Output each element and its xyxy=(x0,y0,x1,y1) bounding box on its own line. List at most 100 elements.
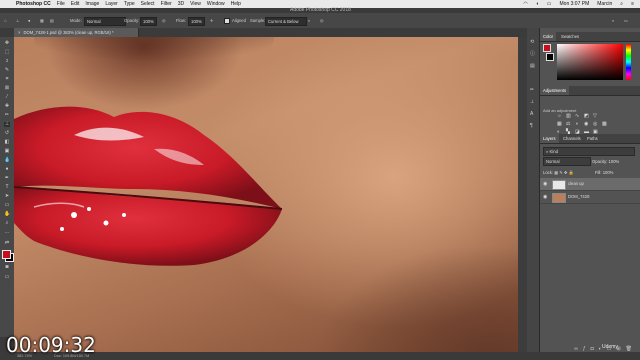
layer-row[interactable]: ◉ clean up xyxy=(540,178,640,191)
lock-paint-icon[interactable]: ✎ xyxy=(559,170,563,175)
trash-icon[interactable]: 🗑 xyxy=(626,346,632,352)
layer-filter-select[interactable]: ⌕ Kind xyxy=(543,147,635,156)
hue-slider[interactable] xyxy=(626,44,631,80)
fx-icon[interactable]: ƒ xyxy=(583,346,586,352)
character-icon[interactable]: A xyxy=(530,112,536,117)
info-icon[interactable]: ⓘ xyxy=(530,52,536,57)
brightness-icon[interactable]: ☼ xyxy=(557,114,562,119)
link-layers-icon[interactable]: ∞ xyxy=(574,346,578,352)
menu-edit[interactable]: Edit xyxy=(71,0,80,8)
close-icon[interactable]: × xyxy=(18,30,20,35)
screen-mode-icon[interactable]: ▭ xyxy=(4,275,10,280)
home-icon[interactable]: ⌂ xyxy=(4,17,7,24)
swap-colors-icon[interactable]: ⇄ xyxy=(4,241,10,246)
opacity-field[interactable]: 100% xyxy=(140,17,157,26)
canvas-scrollbar[interactable] xyxy=(518,37,527,352)
battery-icon[interactable]: ▭ xyxy=(547,0,552,8)
menu-layer[interactable]: Layer xyxy=(105,0,118,8)
menu-filter[interactable]: Filter xyxy=(161,0,172,8)
panel-foreground-swatch[interactable] xyxy=(543,44,551,52)
user-name[interactable]: Marcin xyxy=(597,0,612,8)
foreground-color-swatch[interactable] xyxy=(2,250,11,259)
layer-row[interactable]: ◉ DOM_7428 xyxy=(540,191,640,204)
fill-value[interactable]: 100% xyxy=(603,170,614,175)
tab-paths[interactable]: Paths xyxy=(584,134,601,143)
tab-swatches[interactable]: Swatches xyxy=(558,32,582,41)
pressure-size-icon[interactable]: ◎ xyxy=(320,17,324,24)
tab-adjustments[interactable]: Adjustments xyxy=(540,86,570,95)
aligned-checkbox[interactable]: Aligned xyxy=(224,17,246,24)
hand-tool-icon[interactable]: ✋ xyxy=(4,212,10,217)
volume-icon[interactable]: ◖ xyxy=(536,0,539,8)
healing-brush-tool-icon[interactable]: ✚ xyxy=(4,104,10,109)
lock-all-icon[interactable]: 🔒 xyxy=(569,170,574,175)
document-tab[interactable]: × DOM_7428-1.psd @ 383% (clean up, RGB/16… xyxy=(14,28,139,37)
eyedropper-tool-icon[interactable]: ⁄ xyxy=(4,95,10,100)
mode-select[interactable]: Normal xyxy=(84,17,126,26)
pen-tool-icon[interactable]: ✒ xyxy=(4,176,10,181)
clone-source-icon[interactable]: ▤ xyxy=(50,17,54,24)
tab-channels[interactable]: Channels xyxy=(560,134,584,143)
menu-file[interactable]: File xyxy=(57,0,65,8)
menu-image[interactable]: Image xyxy=(85,0,99,8)
menu-app[interactable]: Photoshop CC xyxy=(16,0,51,8)
marquee-tool-icon[interactable]: ⬚ xyxy=(4,50,10,55)
eraser-tool-icon[interactable]: ◧ xyxy=(4,140,10,145)
blend-mode-select[interactable]: Normal xyxy=(543,157,591,166)
eye-icon[interactable]: ◉ xyxy=(543,178,547,190)
blur-tool-icon[interactable]: 💧 xyxy=(4,158,10,163)
clone-source-icon[interactable]: ⊥ xyxy=(530,100,536,105)
wifi-icon[interactable]: ◠ xyxy=(523,0,527,8)
brush-settings-icon[interactable]: ✏ xyxy=(530,88,536,93)
color-balance-icon[interactable]: ⚖ xyxy=(566,122,571,127)
path-select-tool-icon[interactable]: ➤ xyxy=(4,194,10,199)
tab-layers[interactable]: Layers xyxy=(540,134,559,143)
black-white-icon[interactable]: ◑ xyxy=(575,122,580,127)
color-spectrum[interactable] xyxy=(557,44,623,80)
channel-mixer-icon[interactable]: ◎ xyxy=(593,122,598,127)
sample-select[interactable]: Current & Below xyxy=(265,17,307,26)
eye-icon[interactable]: ◉ xyxy=(543,191,547,203)
brush-tool-icon[interactable]: ✏ xyxy=(4,113,10,118)
gradient-tool-icon[interactable]: ▣ xyxy=(4,149,10,154)
layer-fill[interactable]: Fill: 100% xyxy=(595,168,613,177)
menu-list-icon[interactable]: ≡ xyxy=(631,0,634,8)
frame-tool-icon[interactable]: ⊠ xyxy=(4,86,10,91)
workspace-icon[interactable]: ▭ xyxy=(624,17,628,24)
levels-icon[interactable]: ▥ xyxy=(566,114,571,119)
history-icon[interactable]: ⟲ xyxy=(530,40,536,45)
properties-icon[interactable]: ▤ xyxy=(530,64,536,69)
exposure-icon[interactable]: ◩ xyxy=(584,114,589,119)
flow-field[interactable]: 100% xyxy=(188,17,205,26)
crop-tool-icon[interactable]: ⌗ xyxy=(4,77,10,82)
shape-tool-icon[interactable]: ▭ xyxy=(4,203,10,208)
tab-color[interactable]: Color xyxy=(540,32,557,41)
ignore-adjustment-icon[interactable]: ◐ xyxy=(308,17,311,24)
history-brush-tool-icon[interactable]: ↺ xyxy=(4,131,10,136)
menu-3d[interactable]: 3D xyxy=(178,0,184,8)
type-tool-icon[interactable]: T xyxy=(4,185,10,190)
menu-help[interactable]: Help xyxy=(231,0,241,8)
brush-panel-icon[interactable]: ▦ xyxy=(40,17,44,24)
quick-select-tool-icon[interactable]: ✎ xyxy=(4,68,10,73)
lasso-tool-icon[interactable]: ↄ xyxy=(4,59,10,64)
move-tool-icon[interactable]: ✥ xyxy=(4,41,10,46)
layer-opacity-value[interactable]: 100% xyxy=(609,159,620,164)
vibrance-icon[interactable]: ▽ xyxy=(593,114,598,119)
curves-icon[interactable]: ∿ xyxy=(575,114,580,119)
hue-saturation-icon[interactable]: ▦ xyxy=(557,122,562,127)
airbrush-icon[interactable]: ✈ xyxy=(210,17,214,24)
document-canvas[interactable] xyxy=(14,37,518,352)
mask-icon[interactable]: ◘ xyxy=(591,346,594,352)
photo-filter-icon[interactable]: ◉ xyxy=(584,122,589,127)
clock[interactable]: Mon 3:07 PM xyxy=(560,0,590,8)
layer-opacity[interactable]: Opacity: 100% xyxy=(592,157,619,166)
menu-select[interactable]: Select xyxy=(141,0,155,8)
clone-stamp-tool-icon[interactable]: ⊥ xyxy=(16,17,20,24)
lock-position-icon[interactable]: ✥ xyxy=(564,170,568,175)
more-tools-icon[interactable]: … xyxy=(4,230,10,235)
clone-stamp-tool-icon[interactable]: ⊥ xyxy=(4,122,10,127)
menu-type[interactable]: Type xyxy=(124,0,135,8)
menu-view[interactable]: View xyxy=(190,0,201,8)
color-lookup-icon[interactable]: ▩ xyxy=(602,122,607,127)
